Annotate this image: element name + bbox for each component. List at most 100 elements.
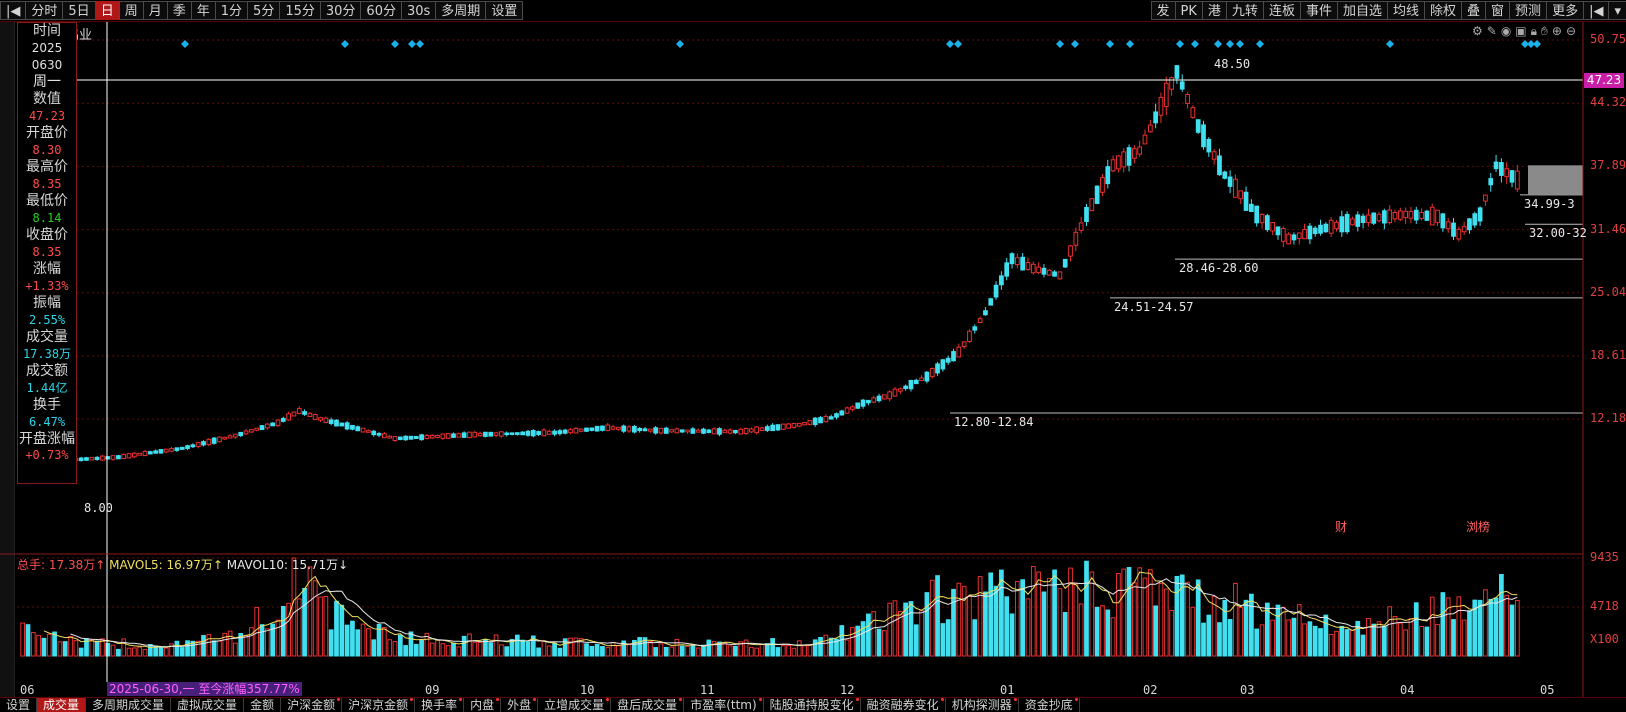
candle[interactable] [568, 429, 573, 434]
candle[interactable] [1046, 269, 1052, 276]
candle[interactable] [1286, 233, 1291, 245]
candle[interactable] [1201, 124, 1206, 148]
pen-icon[interactable]: ✎ [1487, 24, 1497, 39]
lock-icon[interactable]: 🔒︎ [1531, 24, 1537, 39]
candle[interactable] [594, 425, 600, 432]
candle[interactable] [546, 430, 552, 435]
candle[interactable] [302, 411, 307, 415]
candle[interactable] [440, 433, 446, 439]
toolbar-right-item-1[interactable]: PK [1174, 1, 1203, 20]
event-marker-icon[interactable] [1191, 40, 1199, 48]
candle[interactable] [1419, 211, 1424, 219]
period-tab-6[interactable]: 年 [190, 1, 216, 20]
toolbar-right-item-3[interactable]: 九转 [1225, 1, 1264, 20]
toolbar-right-item-0[interactable]: 发 [1150, 1, 1176, 20]
candle[interactable] [711, 428, 717, 435]
candle[interactable] [339, 422, 345, 427]
indicator-tab-6[interactable]: 沪深京金额 [342, 698, 416, 712]
candle[interactable] [525, 430, 531, 436]
candle[interactable] [286, 413, 291, 421]
candle[interactable] [780, 423, 786, 430]
candle[interactable] [562, 429, 568, 434]
candle[interactable] [275, 419, 281, 427]
candle[interactable] [1068, 245, 1073, 257]
candle[interactable] [382, 433, 387, 439]
candle[interactable] [695, 429, 701, 433]
candle[interactable] [259, 425, 265, 431]
candle[interactable] [116, 455, 121, 460]
toolbar-right-item-2[interactable]: 港 [1201, 1, 1227, 20]
candle[interactable] [791, 422, 797, 428]
candle[interactable] [812, 417, 818, 426]
candle[interactable] [1397, 210, 1403, 220]
candle[interactable] [956, 346, 962, 358]
candle[interactable] [738, 428, 744, 435]
candle[interactable] [243, 430, 249, 435]
candle[interactable] [318, 417, 323, 421]
candle[interactable] [1514, 170, 1520, 190]
candle[interactable] [312, 414, 318, 420]
candle[interactable] [403, 435, 408, 441]
candle[interactable] [743, 428, 749, 435]
event-marker-icon[interactable] [946, 40, 954, 48]
candle[interactable] [132, 452, 137, 458]
candle[interactable] [1185, 93, 1190, 104]
toolbar-right-item-4[interactable]: 连板 [1262, 1, 1301, 20]
candle[interactable] [1020, 256, 1026, 271]
candle[interactable] [270, 422, 276, 427]
candle[interactable] [882, 394, 887, 400]
candle[interactable] [126, 453, 132, 459]
candle[interactable] [323, 417, 329, 423]
candle[interactable] [1344, 213, 1350, 233]
candle[interactable] [823, 415, 829, 423]
marker-list[interactable]: 浏榜 [1466, 518, 1490, 535]
candle[interactable] [887, 391, 893, 400]
candle[interactable] [477, 432, 483, 437]
candle[interactable] [1025, 262, 1031, 271]
candle[interactable] [84, 457, 89, 461]
indicator-tab-11[interactable]: 盘后成交量 [611, 698, 685, 712]
candle[interactable] [254, 427, 260, 431]
candle[interactable] [1249, 203, 1254, 213]
candle[interactable] [360, 427, 366, 433]
candle[interactable] [1041, 267, 1047, 275]
candle[interactable] [967, 330, 972, 342]
candle[interactable] [972, 326, 978, 331]
candle[interactable] [1280, 228, 1286, 242]
candle[interactable] [1371, 212, 1377, 224]
candle[interactable] [530, 430, 536, 437]
candle[interactable] [392, 436, 398, 441]
candle[interactable] [1084, 206, 1089, 222]
candle[interactable] [206, 438, 212, 446]
candle[interactable] [573, 427, 579, 434]
candle[interactable] [1100, 177, 1105, 193]
candle[interactable] [1291, 234, 1297, 241]
period-tab-12[interactable]: 30s [400, 1, 437, 20]
candle[interactable] [89, 456, 95, 461]
candle[interactable] [280, 417, 286, 422]
event-marker-icon[interactable] [1056, 40, 1064, 48]
candle[interactable] [291, 411, 297, 417]
candle[interactable] [919, 377, 924, 382]
zoom-in-icon[interactable]: ⊕ [1552, 24, 1562, 39]
candle[interactable] [1413, 209, 1419, 221]
period-tab-9[interactable]: 15分 [279, 1, 321, 20]
candle[interactable] [759, 427, 765, 432]
candle[interactable] [1227, 176, 1233, 187]
candle[interactable] [632, 425, 637, 433]
candle[interactable] [1137, 146, 1143, 155]
candle[interactable] [685, 429, 690, 433]
candle[interactable] [818, 417, 823, 424]
candle[interactable] [158, 449, 164, 454]
candle[interactable] [1312, 227, 1318, 235]
candle[interactable] [1147, 124, 1153, 133]
candle[interactable] [754, 426, 760, 434]
candle[interactable] [855, 402, 861, 409]
candle[interactable] [1339, 216, 1345, 233]
candle[interactable] [1206, 138, 1212, 153]
candle[interactable] [600, 425, 605, 431]
candle[interactable] [786, 423, 791, 429]
candle[interactable] [142, 450, 148, 457]
candle[interactable] [1004, 262, 1010, 277]
candle[interactable] [610, 426, 616, 430]
